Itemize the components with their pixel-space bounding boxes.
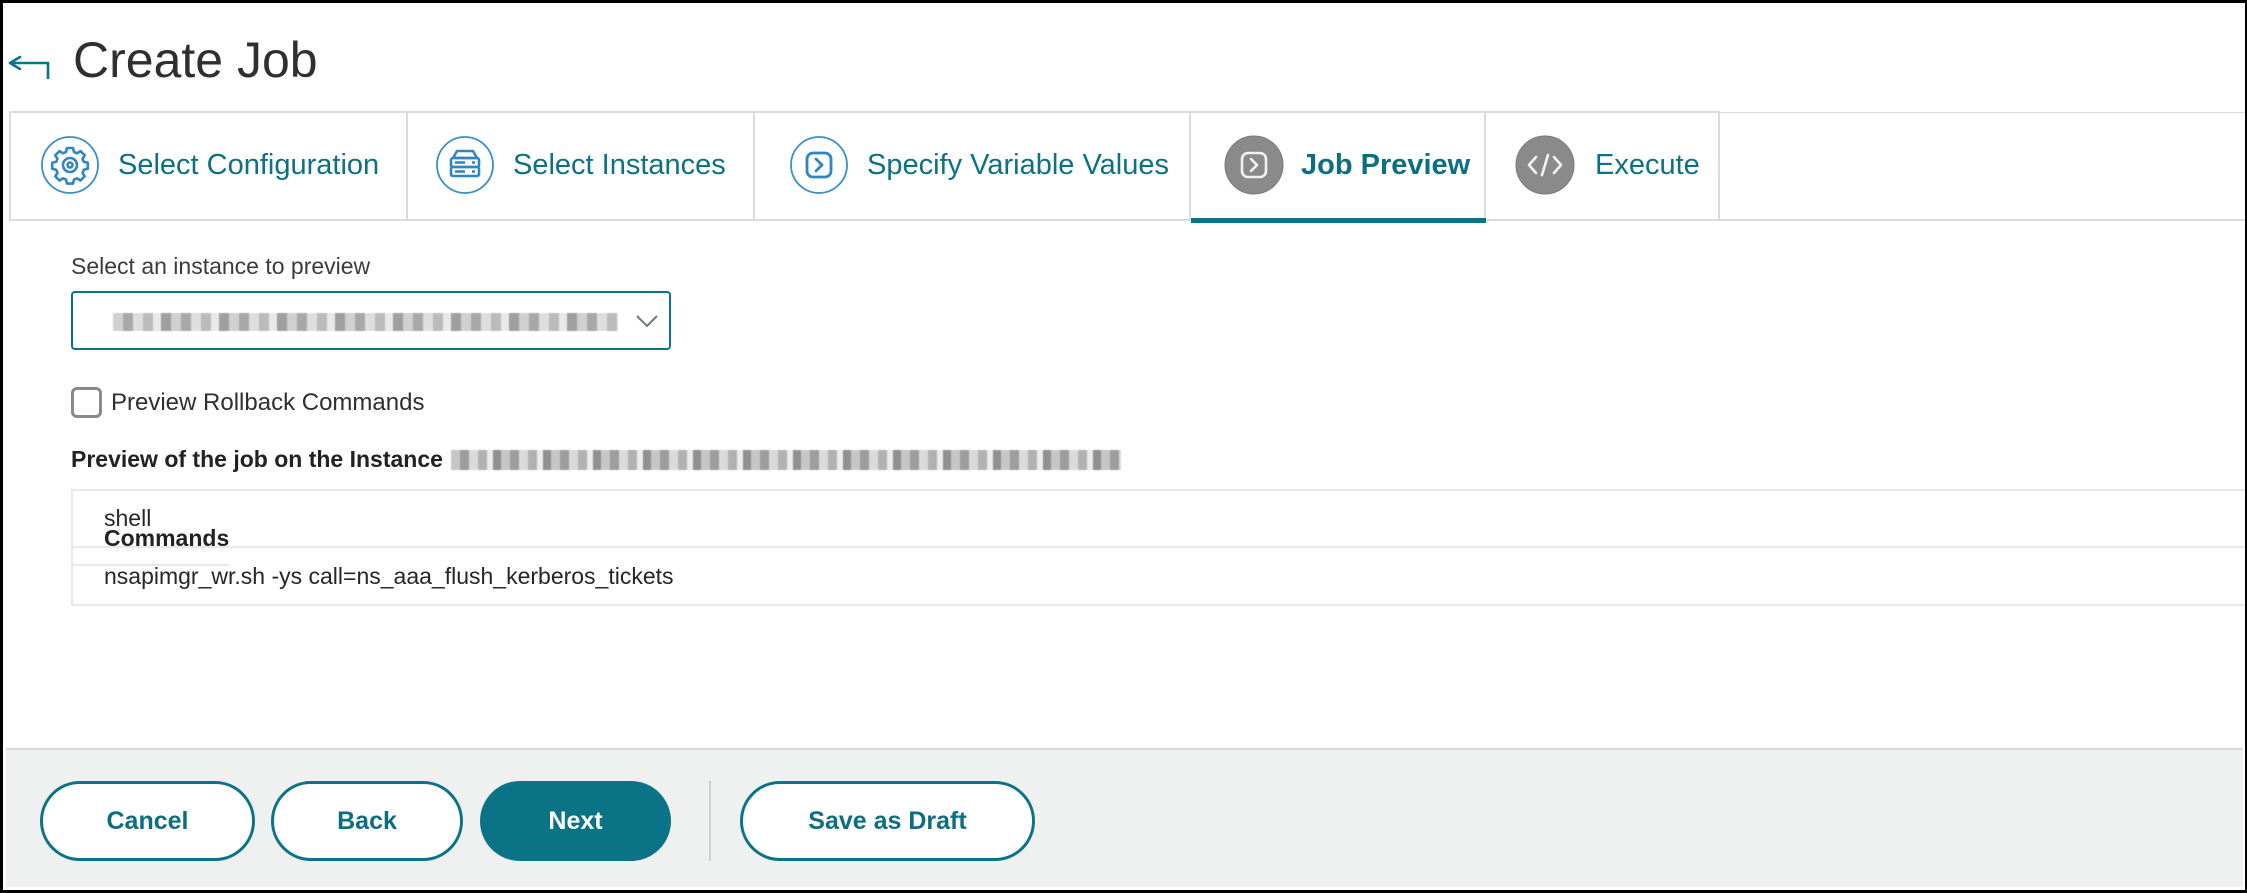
tab-label: Job Preview	[1301, 149, 1471, 181]
instance-select-label: Select an instance to preview	[71, 253, 371, 279]
tab-label: Select Instances	[513, 149, 726, 181]
command-text: nsapimgr_wr.sh -ys call=ns_aaa_flush_ker…	[104, 562, 674, 589]
commands-table: Commands shell nsapimgr_wr.sh -ys call=n…	[71, 489, 2245, 606]
tab-label: Select Configuration	[118, 149, 380, 181]
cancel-button[interactable]: Cancel	[40, 781, 255, 861]
gear-icon	[41, 136, 99, 194]
tab-job-preview[interactable]: Job Preview	[1191, 113, 1486, 223]
instance-select-value: [redacted instance name]	[113, 307, 618, 330]
chevron-down-icon[interactable]	[635, 311, 659, 331]
server-stack-icon	[436, 136, 494, 194]
active-tab-indicator	[1191, 218, 1486, 223]
tab-select-instances[interactable]: Select Instances	[408, 113, 755, 219]
next-button[interactable]: Next	[480, 781, 671, 861]
code-icon	[1515, 135, 1575, 195]
chevron-right-square-icon	[790, 136, 848, 194]
column-header-commands: Commands	[104, 525, 230, 551]
redacted-instance-name	[450, 449, 1121, 470]
instance-select-dropdown[interactable]: [redacted instance name]	[71, 291, 671, 350]
tab-label: Specify Variable Values	[867, 149, 1169, 181]
table-row: nsapimgr_wr.sh -ys call=ns_aaa_flush_ker…	[73, 548, 2245, 604]
save-as-draft-button[interactable]: Save as Draft	[740, 781, 1035, 861]
tab-select-configuration[interactable]: Select Configuration	[9, 113, 408, 219]
tab-specify-variable-values[interactable]: Specify Variable Values	[755, 113, 1191, 219]
preview-rollback-option[interactable]: Preview Rollback Commands	[71, 387, 424, 418]
wizard-steps: Select Configuration Select Instances Sp…	[9, 111, 2245, 223]
chevron-right-square-icon	[1224, 135, 1284, 195]
preview-rollback-label: Preview Rollback Commands	[111, 388, 425, 416]
preview-rollback-checkbox[interactable]	[71, 387, 102, 418]
back-button[interactable]: Back	[271, 781, 463, 861]
page-title: Create Job	[73, 32, 318, 88]
table-row: shell	[73, 491, 2245, 548]
preview-heading-text: Preview of the job on the Instance	[71, 446, 443, 472]
back-arrow-icon[interactable]	[8, 49, 54, 79]
tab-label: Execute	[1595, 149, 1700, 181]
preview-heading: Preview of the job on the Instance	[71, 446, 1121, 473]
page-frame: Create Job Select Configuration Select I…	[0, 0, 2247, 893]
footer-divider	[709, 781, 711, 861]
tab-execute[interactable]: Execute	[1486, 113, 1720, 219]
footer-actions: Cancel Back Next Save as Draft	[6, 748, 2243, 887]
tabs-top-mask	[1720, 109, 2245, 112]
table-header: Commands	[73, 513, 230, 566]
